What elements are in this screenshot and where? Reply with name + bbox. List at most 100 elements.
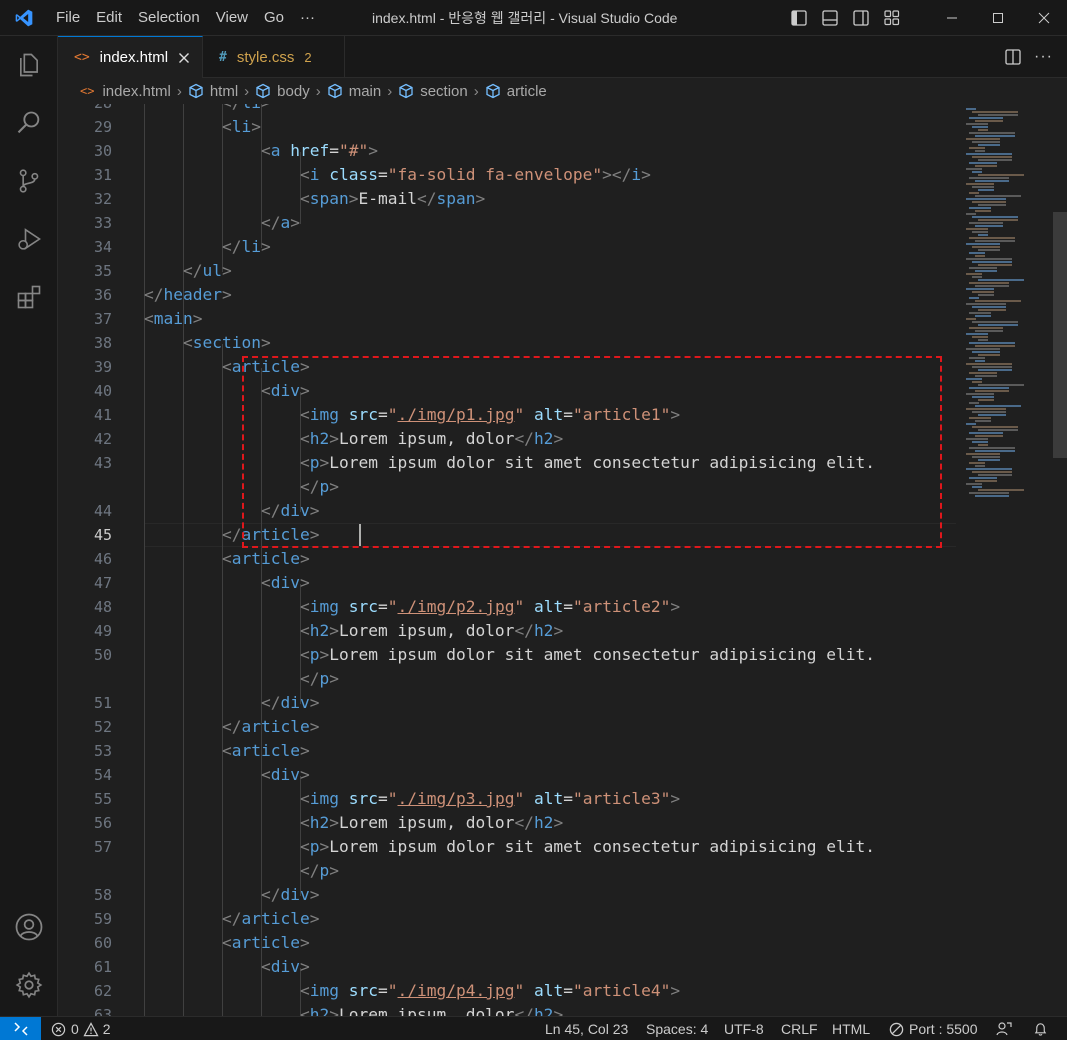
code-line[interactable]: <section>	[183, 331, 271, 355]
menu-view[interactable]: View	[208, 0, 256, 36]
split-editor-icon[interactable]	[997, 39, 1028, 75]
toggle-secondary-sidebar-icon[interactable]	[845, 0, 876, 36]
vertical-scrollbar[interactable]	[1053, 212, 1067, 458]
breadcrumb-article[interactable]: › article	[468, 83, 547, 100]
code-line[interactable]: </header>	[144, 283, 232, 307]
code-line[interactable]: <a href="#">	[261, 139, 378, 163]
toggle-panel-icon[interactable]	[814, 0, 845, 36]
breadcrumb-body[interactable]: › body	[238, 83, 310, 100]
code-line[interactable]: </div>	[261, 691, 320, 715]
minimap-line	[978, 324, 1018, 326]
minimap-line	[975, 120, 1003, 122]
breadcrumb-file[interactable]: <> index.html	[80, 83, 171, 100]
line-number: 33	[93, 214, 112, 232]
eol-setting[interactable]: CRLF	[781, 1017, 818, 1040]
code-line[interactable]: </p>	[300, 667, 339, 691]
menu-selection[interactable]: Selection	[130, 0, 208, 36]
minimap-line	[966, 213, 976, 215]
line-number: 55	[93, 790, 112, 808]
menu-file[interactable]: File	[48, 0, 88, 36]
code-line[interactable]: <span>E-mail</span>	[300, 187, 485, 211]
close-tab-icon[interactable]	[178, 52, 190, 64]
line-number: 47	[93, 574, 112, 592]
source-control-icon[interactable]	[0, 152, 58, 210]
code-line[interactable]: </a>	[261, 211, 300, 235]
menu-go[interactable]: Go	[256, 0, 292, 36]
notifications-bell-icon[interactable]	[1033, 1017, 1048, 1040]
line-number: 46	[93, 550, 112, 568]
code-line[interactable]: <img src="./img/p2.jpg" alt="article2">	[300, 595, 680, 619]
line-number: 61	[93, 958, 112, 976]
breadcrumb-main[interactable]: › main	[310, 83, 382, 100]
code-line[interactable]: </article>	[222, 715, 319, 739]
code-line[interactable]: </li>	[222, 104, 271, 115]
prohibited-icon	[889, 1022, 904, 1036]
code-editor[interactable]: 28 29 30 31 32 33 34 35 36 37 38 39 40 41 42 43 44 45 46 47…	[58, 104, 1067, 1016]
code-line[interactable]: <div>	[261, 763, 310, 787]
code-line[interactable]: </article>	[222, 907, 319, 931]
code-line[interactable]: <main>	[144, 307, 202, 331]
menu-edit[interactable]: Edit	[88, 0, 130, 36]
close-window-icon[interactable]	[1021, 0, 1067, 36]
code-line[interactable]: <h2>Lorem ipsum, dolor</h2>	[300, 619, 563, 643]
code-line[interactable]: <p>Lorem ipsum dolor sit amet consectetu…	[300, 835, 875, 859]
breadcrumb-section[interactable]: › section	[381, 83, 468, 100]
line-number: 34	[93, 238, 112, 256]
remote-icon	[13, 1022, 28, 1036]
code-line[interactable]: </div>	[261, 883, 320, 907]
indentation-setting[interactable]: Spaces: 4	[646, 1017, 708, 1040]
feedback-icon[interactable]	[996, 1017, 1012, 1040]
code-line[interactable]: </li>	[222, 235, 271, 259]
breadcrumb-label: html	[209, 82, 239, 100]
problems-indicator[interactable]: 0 2	[51, 1017, 111, 1040]
minimap-line	[966, 438, 988, 440]
code-line[interactable]: <h2>Lorem ipsum, dolor</h2>	[300, 1003, 563, 1016]
minimap-line	[966, 198, 1006, 200]
remote-window-button[interactable]	[0, 1017, 41, 1040]
maximize-icon[interactable]	[975, 0, 1021, 36]
code-line[interactable]: <li>	[222, 115, 261, 139]
code-line[interactable]: <div>	[261, 955, 310, 979]
minimap-line	[972, 201, 1006, 203]
run-debug-icon[interactable]	[0, 210, 58, 268]
minimap-line	[966, 483, 982, 485]
minimap-line	[966, 303, 1006, 305]
code-line[interactable]: <i class="fa-solid fa-envelope"></i>	[300, 163, 651, 187]
code-line[interactable]: <article>	[222, 547, 310, 571]
account-icon[interactable]	[0, 898, 58, 956]
line-number: 62	[93, 982, 112, 1000]
minimap[interactable]	[956, 104, 1056, 1016]
more-actions-icon[interactable]: ···	[1028, 39, 1059, 75]
code-line[interactable]: </p>	[300, 859, 339, 883]
extensions-icon[interactable]	[0, 268, 58, 326]
live-server-port[interactable]: Port : 5500	[889, 1017, 978, 1040]
tab-style-css[interactable]: # style.css 2	[203, 36, 345, 78]
code-line[interactable]: </ul>	[183, 259, 232, 283]
tab-index-html[interactable]: <> index.html	[58, 36, 203, 78]
minimap-line	[972, 486, 982, 488]
language-mode[interactable]: HTML	[832, 1017, 870, 1040]
code-line[interactable]: <img src="./img/p4.jpg" alt="article4">	[300, 979, 680, 1003]
minimize-icon[interactable]	[929, 0, 975, 36]
menu-more[interactable]: ···	[292, 0, 323, 36]
toggle-primary-sidebar-icon[interactable]	[783, 0, 814, 36]
code-area[interactable]: </li><li><a href="#"><i class="fa-solid …	[144, 104, 956, 1016]
code-line[interactable]: <img src="./img/p3.jpg" alt="article3">	[300, 787, 680, 811]
minimap-line	[969, 387, 1009, 389]
encoding-setting[interactable]: UTF-8	[724, 1017, 764, 1040]
breadcrumb-html[interactable]: › html	[171, 83, 238, 100]
search-icon[interactable]	[0, 94, 58, 152]
code-line[interactable]: <article>	[222, 739, 310, 763]
code-line[interactable]: <article>	[222, 931, 310, 955]
code-line[interactable]: <h2>Lorem ipsum, dolor</h2>	[300, 811, 563, 835]
minimap-line	[972, 186, 994, 188]
minimap-line	[978, 354, 1000, 356]
explorer-icon[interactable]	[0, 36, 58, 94]
code-line[interactable]: <p>Lorem ipsum dolor sit amet consectetu…	[300, 643, 875, 667]
settings-gear-icon[interactable]	[0, 956, 58, 1014]
cursor-position[interactable]: Ln 45, Col 23	[545, 1017, 628, 1040]
minimap-line	[966, 468, 1012, 470]
code-line[interactable]: <div>	[261, 571, 310, 595]
minimap-line	[975, 135, 1015, 137]
customize-layout-icon[interactable]	[876, 0, 907, 36]
